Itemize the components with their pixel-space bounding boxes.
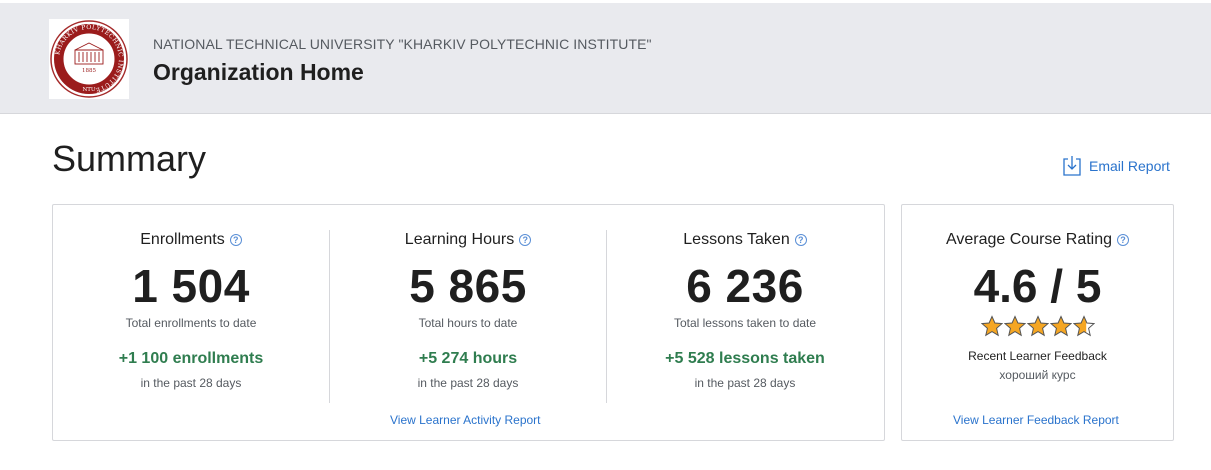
enrollments-subtext: Total enrollments to date <box>125 316 257 330</box>
learning-hours-period: in the past 28 days <box>417 376 519 390</box>
star-icon <box>1049 315 1072 337</box>
view-learner-feedback-report-link[interactable]: View Learner Feedback Report <box>953 413 1119 427</box>
help-icon[interactable]: ? <box>794 234 807 246</box>
lessons-taken-value: 6 236 <box>686 260 804 312</box>
enrollments-value: 1 504 <box>132 260 250 312</box>
rating-label: Average Course Rating <box>945 231 1113 248</box>
view-learner-activity-report-link[interactable]: View Learner Activity Report <box>390 413 541 427</box>
lessons-taken-delta: +5 528 lessons taken <box>665 350 825 367</box>
university-seal-logo: KHARKIV POLYTECHNIC INSTITUTE 1885 NTU <box>50 20 128 98</box>
enrollments-label-row: Enrollments ? <box>53 231 329 249</box>
page-title: Organization Home <box>153 59 364 85</box>
org-header: KHARKIV POLYTECHNIC INSTITUTE 1885 NTU N… <box>0 0 1211 114</box>
star-icon <box>1003 315 1026 337</box>
summary-title: Summary <box>52 138 207 179</box>
help-icon[interactable]: ? <box>519 234 532 246</box>
lessons-taken-label-row: Lessons Taken ? <box>607 231 883 249</box>
learning-hours-label: Learning Hours <box>404 231 515 248</box>
lessons-taken-subtext: Total lessons taken to date <box>673 316 817 330</box>
lessons-taken-stat: Lessons Taken ? 6 236 Total lessons take… <box>607 205 883 442</box>
enrollments-period: in the past 28 days <box>140 376 242 390</box>
recent-feedback-text: хороший курс <box>999 368 1076 382</box>
email-report-button[interactable]: Email Report <box>1062 155 1170 177</box>
org-logo: KHARKIV POLYTECHNIC INSTITUTE 1885 NTU <box>49 19 129 99</box>
learning-hours-delta: +5 274 hours <box>418 350 518 367</box>
rating-stars <box>902 315 1173 337</box>
recent-feedback-title: Recent Learner Feedback <box>968 349 1107 363</box>
org-name: NATIONAL TECHNICAL UNIVERSITY "KHARKIV P… <box>153 36 652 52</box>
activity-summary-card: Enrollments ? 1 504 Total enrollments to… <box>52 204 885 441</box>
star-icon <box>1026 315 1049 337</box>
help-icon[interactable]: ? <box>229 234 242 246</box>
lessons-taken-period: in the past 28 days <box>694 376 796 390</box>
lessons-taken-label: Lessons Taken <box>683 231 790 248</box>
enrollments-stat: Enrollments ? 1 504 Total enrollments to… <box>53 205 329 442</box>
help-icon[interactable]: ? <box>1117 234 1130 246</box>
enrollments-delta: +1 100 enrollments <box>118 350 264 367</box>
learning-hours-label-row: Learning Hours ? <box>330 231 606 249</box>
learning-hours-stat: Learning Hours ? 5 865 Total hours to da… <box>330 205 606 442</box>
download-icon <box>1063 156 1081 176</box>
learning-hours-subtext: Total hours to date <box>418 316 518 330</box>
rating-label-row: Average Course Rating ? <box>902 231 1173 249</box>
star-icon <box>980 315 1003 337</box>
logo-year: 1885 <box>82 68 96 74</box>
enrollments-label: Enrollments <box>140 231 225 248</box>
rating-value: 4.6 / 5 <box>973 260 1102 312</box>
course-rating-card: Average Course Rating ? 4.6 / 5 Recent L… <box>901 204 1174 441</box>
email-report-label: Email Report <box>1089 158 1170 174</box>
star-icon <box>1072 315 1095 337</box>
logo-abbr: NTU <box>82 87 95 93</box>
learning-hours-value: 5 865 <box>409 260 527 312</box>
